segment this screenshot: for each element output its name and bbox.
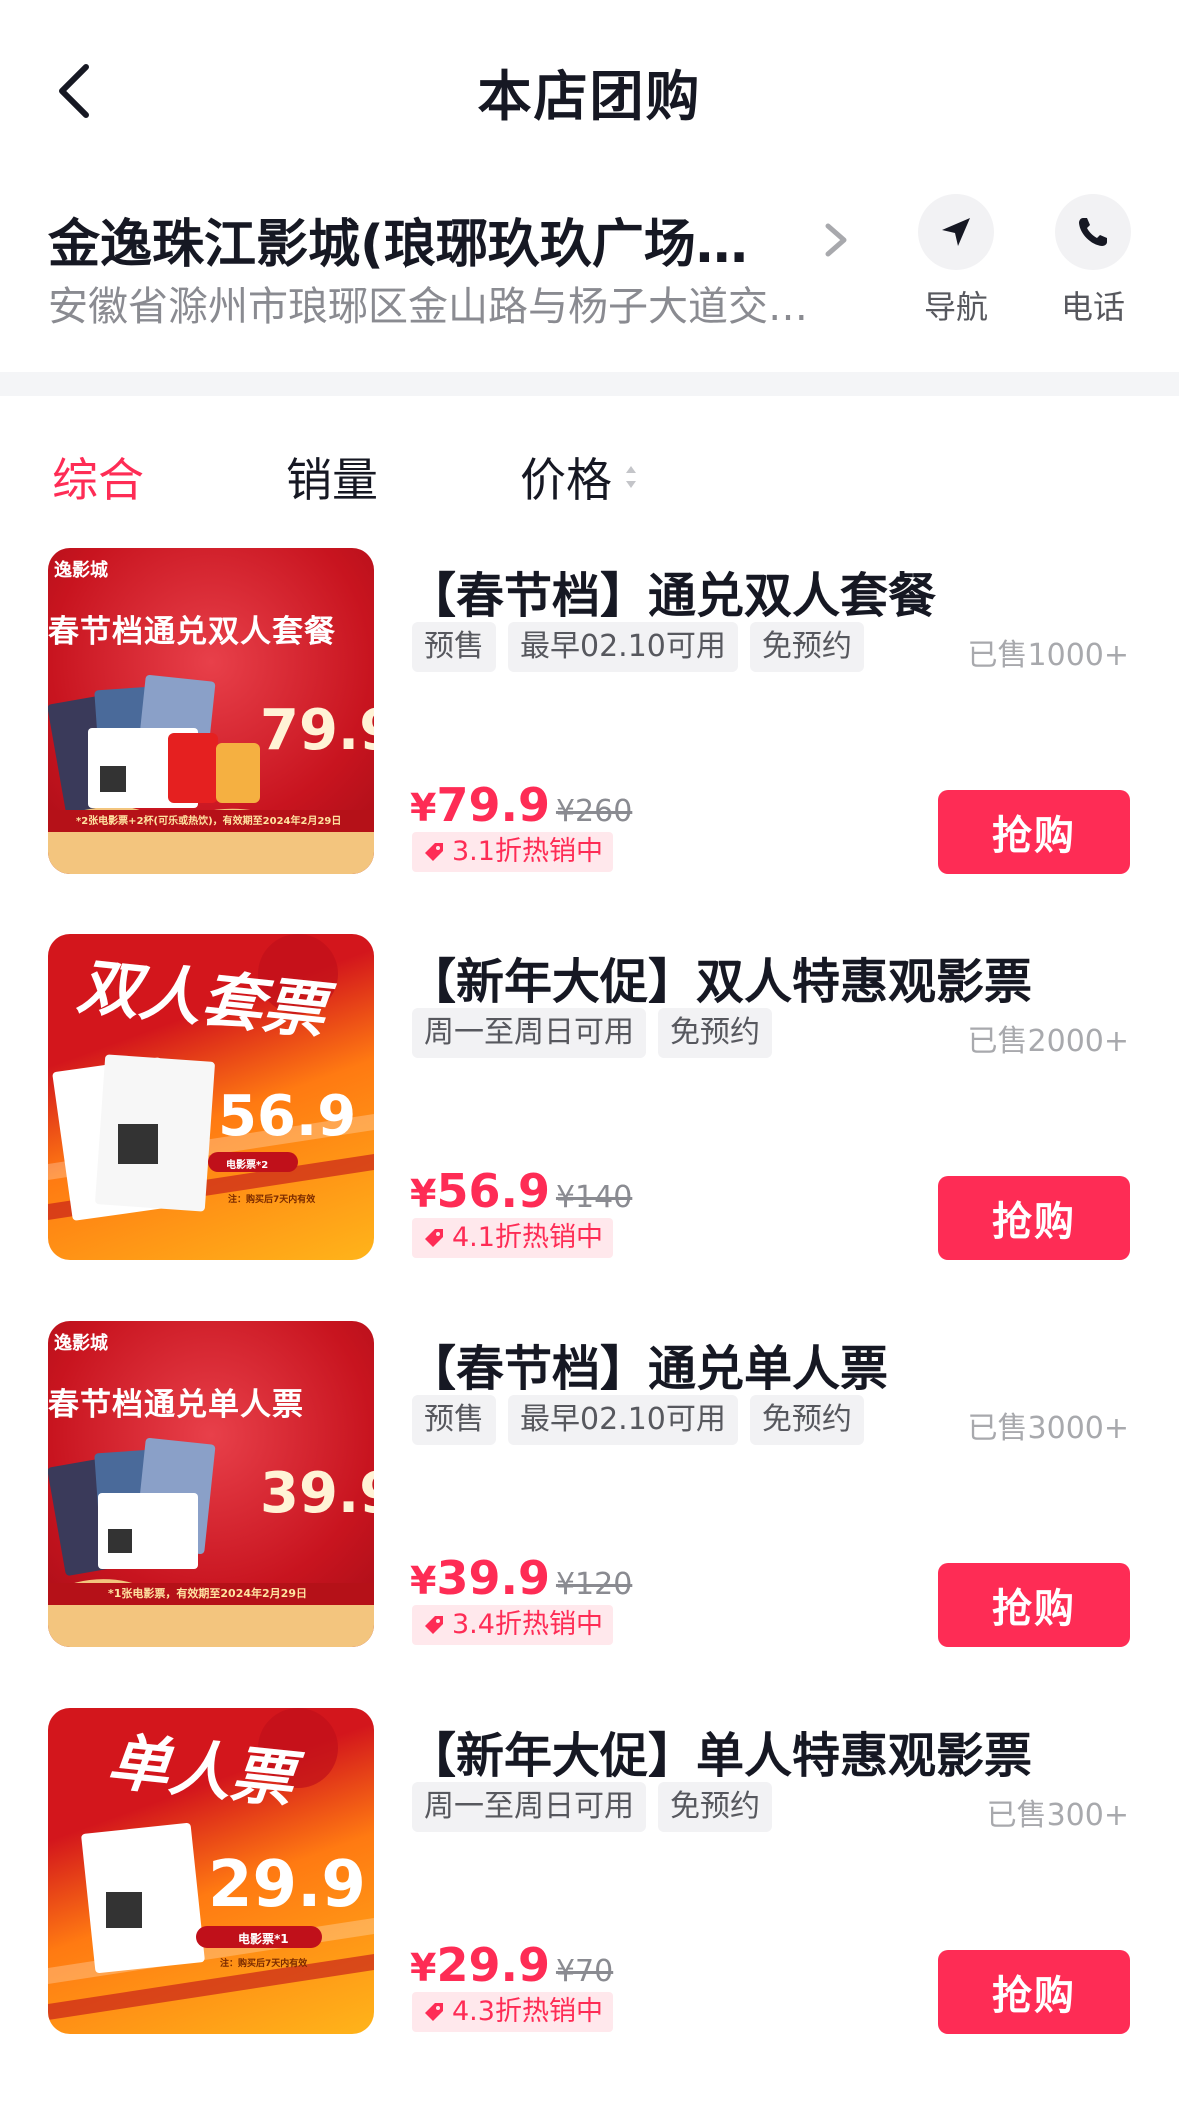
discount-badge: 3.1折热销中	[412, 832, 613, 872]
current-price: ¥39.9	[410, 1551, 550, 1605]
navigate-button[interactable]: 导航	[906, 194, 1006, 328]
original-price: ¥140	[555, 1180, 633, 1215]
thumb-note: *2张电影票+2杯(可乐或热饮)，有效期至2024年2月29日	[76, 816, 342, 827]
tab-sales[interactable]: 销量	[286, 444, 378, 510]
deal-tags: 周一至周日可用 免预约	[412, 1782, 772, 1832]
price-row: ¥39.9 ¥120	[410, 1551, 632, 1605]
deal-title[interactable]: 【春节档】通兑双人套餐	[408, 556, 936, 626]
buy-button[interactable]: 抢购	[938, 1950, 1130, 2034]
sort-arrows-icon	[626, 466, 636, 488]
price-row: ¥79.9 ¥260	[410, 778, 632, 832]
tab-price-label: 价格	[520, 453, 612, 507]
store-info: 金逸珠江影城(琅琊玖玖广场巨… 安徽省滁州市琅琊区金山路与杨子大道交汇… 导航 …	[0, 180, 1179, 370]
tag-icon	[425, 1616, 443, 1634]
phone-label: 电话	[1060, 288, 1125, 326]
phone-icon	[1055, 194, 1131, 270]
tag-icon	[425, 843, 443, 861]
header-bar: 本店团购	[0, 0, 1179, 180]
tab-comprehensive[interactable]: 综合	[52, 444, 144, 510]
current-price: ¥56.9	[410, 1164, 550, 1218]
deal-tag: 最早02.10可用	[508, 622, 738, 672]
deal-card[interactable]: 单人票 29.9 电影票*1 注：购买后7天内有效 【新年大促】单人特惠观影票 …	[0, 1708, 1179, 2038]
thumb-headline: 春节档通兑双人套餐	[48, 614, 336, 650]
deal-tag: 周一至周日可用	[412, 1782, 646, 1832]
thumb-note: 注：购买后7天内有效	[228, 1195, 316, 1205]
phone-button[interactable]: 电话	[1043, 194, 1143, 328]
deal-title[interactable]: 【新年大促】双人特惠观影票	[408, 942, 1032, 1012]
original-price: ¥120	[555, 1567, 633, 1602]
chevron-right-icon[interactable]	[818, 210, 854, 270]
navigation-icon	[918, 194, 994, 270]
original-price: ¥260	[555, 794, 633, 829]
deal-tag: 免预约	[749, 1395, 864, 1445]
deal-thumbnail[interactable]: 逸影城 春节档通兑双人套餐 79.9 *2张电影票+2杯(可乐或热饮)，有效期至…	[48, 548, 374, 874]
deal-card[interactable]: 逸影城 春节档通兑单人票 39.9 *1张电影票，有效期至2024年2月29日 …	[0, 1321, 1179, 1651]
deal-thumbnail[interactable]: 逸影城 春节档通兑单人票 39.9 *1张电影票，有效期至2024年2月29日	[48, 1321, 374, 1647]
thumb-sub: 电影票*2	[226, 1160, 269, 1171]
discount-badge: 3.4折热销中	[412, 1605, 613, 1645]
thumb-price: 39.9	[260, 1461, 374, 1526]
discount-badge: 4.3折热销中	[412, 1992, 613, 2032]
thumb-headline: 春节档通兑单人票	[48, 1387, 304, 1423]
current-price: ¥79.9	[410, 778, 550, 832]
deal-card[interactable]: 双人套票 56.9 电影票*2 注：购买后7天内有效 【新年大促】双人特惠观影票…	[0, 934, 1179, 1264]
section-divider	[0, 372, 1179, 396]
buy-button[interactable]: 抢购	[938, 790, 1130, 874]
sold-count: 已售3000+	[967, 1411, 1129, 1446]
store-name[interactable]: 金逸珠江影城(琅琊玖玖广场巨…	[48, 202, 788, 277]
current-price: ¥29.9	[410, 1938, 550, 1992]
discount-label: 4.3折热销中	[452, 1996, 603, 2027]
deal-tags: 预售 最早02.10可用 免预约	[412, 622, 864, 672]
page-title: 本店团购	[477, 65, 702, 128]
thumb-price: 56.9	[218, 1084, 357, 1149]
buy-button[interactable]: 抢购	[938, 1176, 1130, 1260]
deal-tag: 免预约	[749, 622, 864, 672]
thumb-brand: 逸影城	[54, 1333, 108, 1354]
deal-thumbnail[interactable]: 双人套票 56.9 电影票*2 注：购买后7天内有效	[48, 934, 374, 1260]
sort-tabs: 综合 销量 价格	[0, 430, 1179, 520]
thumb-brand: 逸影城	[54, 560, 108, 581]
tag-icon	[425, 1229, 443, 1247]
thumb-note: *1张电影票，有效期至2024年2月29日	[108, 1587, 307, 1600]
deal-tag: 免预约	[658, 1782, 772, 1832]
deal-title[interactable]: 【春节档】通兑单人票	[408, 1329, 888, 1399]
thumb-price: 79.9	[260, 698, 374, 763]
deal-thumbnail[interactable]: 单人票 29.9 电影票*1 注：购买后7天内有效	[48, 1708, 374, 2034]
buy-button[interactable]: 抢购	[938, 1563, 1130, 1647]
deal-card[interactable]: 逸影城 春节档通兑双人套餐 79.9 *2张电影票+2杯(可乐或热饮)，有效期至…	[0, 548, 1179, 878]
deal-tags: 周一至周日可用 免预约	[412, 1008, 772, 1058]
original-price: ¥70	[555, 1954, 614, 1989]
price-row: ¥29.9 ¥70	[410, 1938, 613, 1992]
navigate-label: 导航	[923, 288, 988, 326]
discount-label: 3.1折热销中	[452, 836, 603, 867]
sold-count: 已售2000+	[967, 1024, 1129, 1059]
discount-label: 3.4折热销中	[452, 1609, 603, 1640]
sold-count: 已售1000+	[967, 638, 1129, 673]
thumb-headline: 单人票	[104, 1724, 297, 1817]
price-row: ¥56.9 ¥140	[410, 1164, 632, 1218]
thumb-note: 注：购买后7天内有效	[220, 1959, 308, 1969]
discount-label: 4.1折热销中	[452, 1222, 603, 1253]
deal-title[interactable]: 【新年大促】单人特惠观影票	[408, 1716, 1032, 1786]
tab-price[interactable]: 价格	[520, 444, 638, 510]
deal-tag: 预售	[412, 1395, 496, 1445]
deal-tag: 预售	[412, 622, 496, 672]
thumb-sub: 电影票*1	[238, 1932, 289, 1946]
deal-tags: 预售 最早02.10可用 免预约	[412, 1395, 864, 1445]
store-address: 安徽省滁州市琅琊区金山路与杨子大道交汇…	[48, 284, 838, 330]
thumb-price: 29.9	[208, 1848, 366, 1922]
sold-count: 已售300+	[986, 1798, 1129, 1833]
deal-tag: 周一至周日可用	[412, 1008, 646, 1058]
tag-icon	[425, 2003, 443, 2021]
discount-badge: 4.1折热销中	[412, 1218, 613, 1258]
deal-tag: 最早02.10可用	[508, 1395, 738, 1445]
deal-tag: 免预约	[658, 1008, 772, 1058]
